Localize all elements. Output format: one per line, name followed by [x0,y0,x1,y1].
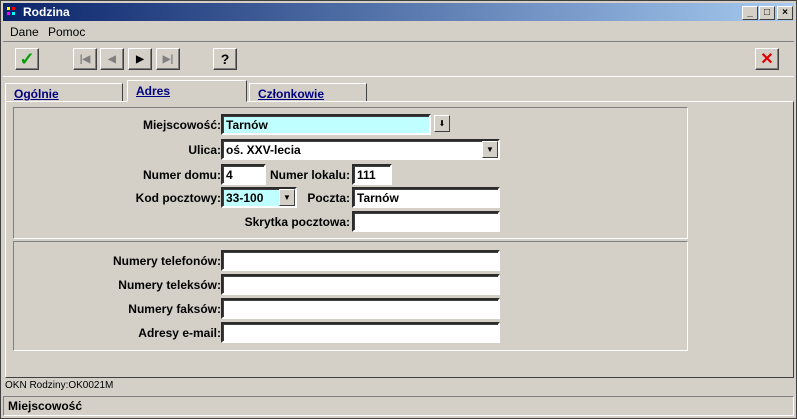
menu-pomoc[interactable]: Pomoc [48,25,85,39]
email-label: Adresy e-mail: [138,326,221,340]
street-dropdown-button[interactable]: ▼ [482,141,498,158]
apartment-number-label: Numer lokalu: [269,168,350,182]
prev-record-button[interactable]: ◀ [100,48,124,70]
checkmark-icon: ✓ [19,48,35,69]
po-box-field[interactable] [352,211,500,232]
close-window-button[interactable]: × [777,6,793,20]
next-record-button[interactable]: ▶ [128,48,152,70]
help-button[interactable]: ? [213,48,237,70]
email-field[interactable] [221,322,500,343]
window-title: Rodzina [23,5,70,19]
city-lookup-button[interactable]: ⬇ [434,115,450,132]
phones-label: Numery telefonów: [112,254,221,268]
minimize-button[interactable]: _ [742,6,758,20]
postal-dropdown-button[interactable]: ▼ [279,189,295,206]
tab-ogolnie[interactable]: Ogólnie [5,83,123,102]
apartment-number-field[interactable]: 111 [352,164,392,185]
ok-button[interactable]: ✓ [15,48,39,70]
street-label: Ulica: [188,143,221,157]
toolbar: ✓ |◀ ◀ ▶ ▶| ? ✕ [3,41,794,77]
chevron-down-icon: ▼ [486,145,494,154]
fax-label: Numery faksów: [128,302,221,316]
last-icon: ▶| [162,53,174,65]
address-tab-panel: Miejscowość: Tarnów ⬇ Ulica: oś. XXV-lec… [5,101,794,378]
close-icon: ✕ [760,51,774,68]
menu-dane[interactable]: Dane [10,25,39,39]
city-label: Miejscowość: [142,118,221,132]
record-id-text: OKN Rodziny:OK0021M [5,380,114,391]
first-icon: |◀ [79,53,91,65]
chevron-down-icon: ▼ [283,193,291,202]
tab-czlonkowie-label: Członkowie [258,87,325,101]
cancel-button[interactable]: ✕ [755,48,779,70]
telex-field[interactable] [221,274,500,295]
tab-adres[interactable]: Adres [127,80,247,102]
fax-field[interactable] [221,298,500,319]
post-office-field[interactable]: Tarnów [352,187,500,208]
status-bar: Miejscowość [3,396,794,416]
maximize-button[interactable]: □ [759,6,775,20]
main-window: Rodzina _ □ × Dane Pomoc ✓ |◀ ◀ ▶ ▶| ? ✕… [0,0,797,419]
street-select[interactable]: oś. XXV-lecia [221,139,500,160]
house-number-label: Numer domu: [143,168,221,182]
phones-field[interactable] [221,250,500,271]
app-icon [6,5,20,19]
first-record-button[interactable]: |◀ [73,48,97,70]
po-box-label: Skrytka pocztowa: [244,215,350,229]
tab-ogolnie-label: Ogólnie [14,87,59,101]
menu-bar: Dane Pomoc [3,22,794,40]
tab-czlonkowie[interactable]: Członkowie [249,83,367,102]
tab-adres-label: Adres [136,84,171,98]
next-icon: ▶ [136,53,144,65]
post-office-label: Poczta: [307,191,350,205]
city-field[interactable]: Tarnów [221,114,431,135]
telex-label: Numery teleksów: [118,278,221,292]
last-record-button[interactable]: ▶| [156,48,180,70]
tab-strip: Ogólnie Adres Członkowie [5,80,794,102]
download-arrow-icon: ⬇ [438,119,446,128]
title-bar[interactable]: Rodzina _ □ × [3,3,794,21]
house-number-field[interactable]: 4 [221,164,266,185]
postal-code-label: Kod pocztowy: [135,191,221,205]
prev-icon: ◀ [108,53,116,65]
